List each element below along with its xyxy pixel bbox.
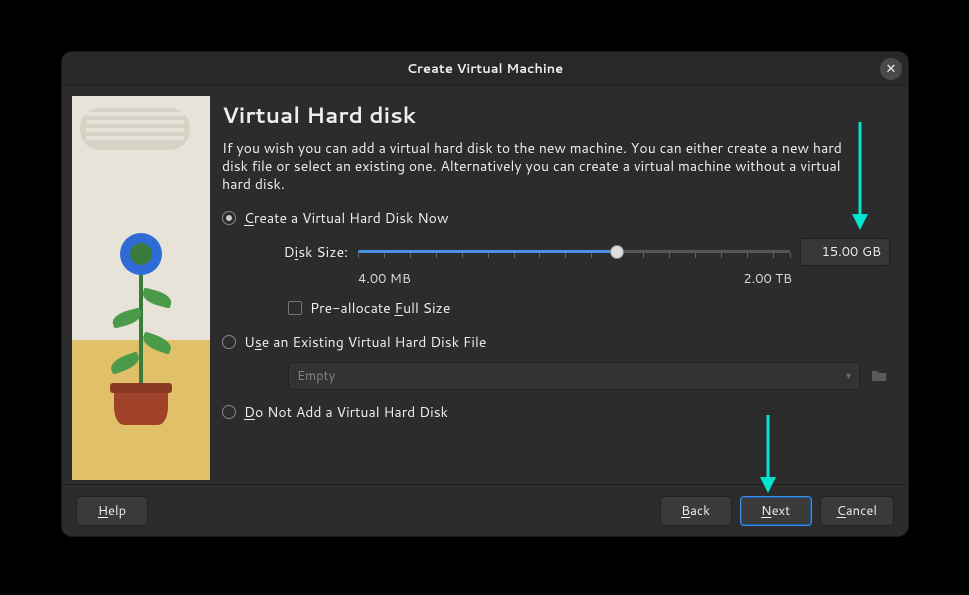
page-heading: Virtual Hard disk bbox=[222, 100, 890, 131]
back-button[interactable]: Back bbox=[660, 496, 732, 526]
radio-existing-disk[interactable]: Use an Existing Virtual Hard Disk File bbox=[222, 332, 890, 352]
slider-max: 2.00 TB bbox=[743, 270, 792, 288]
cancel-button[interactable]: Cancel bbox=[820, 496, 894, 526]
dropdown-value: Empty bbox=[297, 367, 335, 385]
close-icon: ✕ bbox=[886, 60, 897, 78]
help-button[interactable]: Help bbox=[76, 496, 148, 526]
dialog-body: Virtual Hard disk If you wish you can ad… bbox=[62, 86, 908, 484]
radio-icon bbox=[222, 335, 236, 349]
chevron-down-icon: ▾ bbox=[846, 369, 851, 383]
slider-thumb[interactable] bbox=[610, 245, 624, 259]
disk-size-input[interactable]: 15.00 GB bbox=[800, 238, 890, 266]
wizard-illustration bbox=[72, 96, 210, 480]
radio-icon bbox=[222, 211, 236, 225]
radio-no-disk-label: Do Not Add a Virtual Hard Disk bbox=[244, 402, 448, 422]
browse-disk-button[interactable] bbox=[868, 365, 890, 387]
existing-disk-dropdown[interactable]: Empty ▾ bbox=[288, 362, 860, 390]
radio-create-label: Create a Virtual Hard Disk Now bbox=[244, 208, 448, 228]
disk-size-row: Disk Size: bbox=[280, 238, 890, 266]
wizard-content: Virtual Hard disk If you wish you can ad… bbox=[220, 96, 898, 484]
slider-range-labels: 4.00 MB 2.00 TB bbox=[358, 270, 890, 288]
page-description: If you wish you can add a virtual hard d… bbox=[222, 139, 842, 194]
radio-no-disk[interactable]: Do Not Add a Virtual Hard Disk bbox=[222, 402, 890, 422]
folder-icon bbox=[870, 367, 888, 385]
radio-create-disk[interactable]: Create a Virtual Hard Disk Now bbox=[222, 208, 890, 228]
dialog-footer: Help Back Next Cancel bbox=[62, 484, 908, 536]
next-button[interactable]: Next bbox=[740, 496, 812, 526]
disk-size-slider[interactable] bbox=[358, 242, 790, 262]
titlebar: Create Virtual Machine ✕ bbox=[62, 52, 908, 86]
close-button[interactable]: ✕ bbox=[880, 58, 902, 80]
disk-size-label: Disk Size: bbox=[280, 242, 348, 262]
checkbox-icon bbox=[288, 301, 302, 315]
preallocate-label: Pre-allocate Full Size bbox=[310, 298, 450, 318]
radio-icon bbox=[222, 405, 236, 419]
slider-min: 4.00 MB bbox=[358, 270, 411, 288]
radio-existing-label: Use an Existing Virtual Hard Disk File bbox=[244, 332, 486, 352]
create-vm-dialog: Create Virtual Machine ✕ Virtual Hard di… bbox=[62, 52, 908, 536]
preallocate-checkbox[interactable]: Pre-allocate Full Size bbox=[288, 298, 890, 318]
existing-disk-row: Empty ▾ bbox=[288, 362, 890, 390]
dialog-title: Create Virtual Machine bbox=[407, 60, 563, 78]
